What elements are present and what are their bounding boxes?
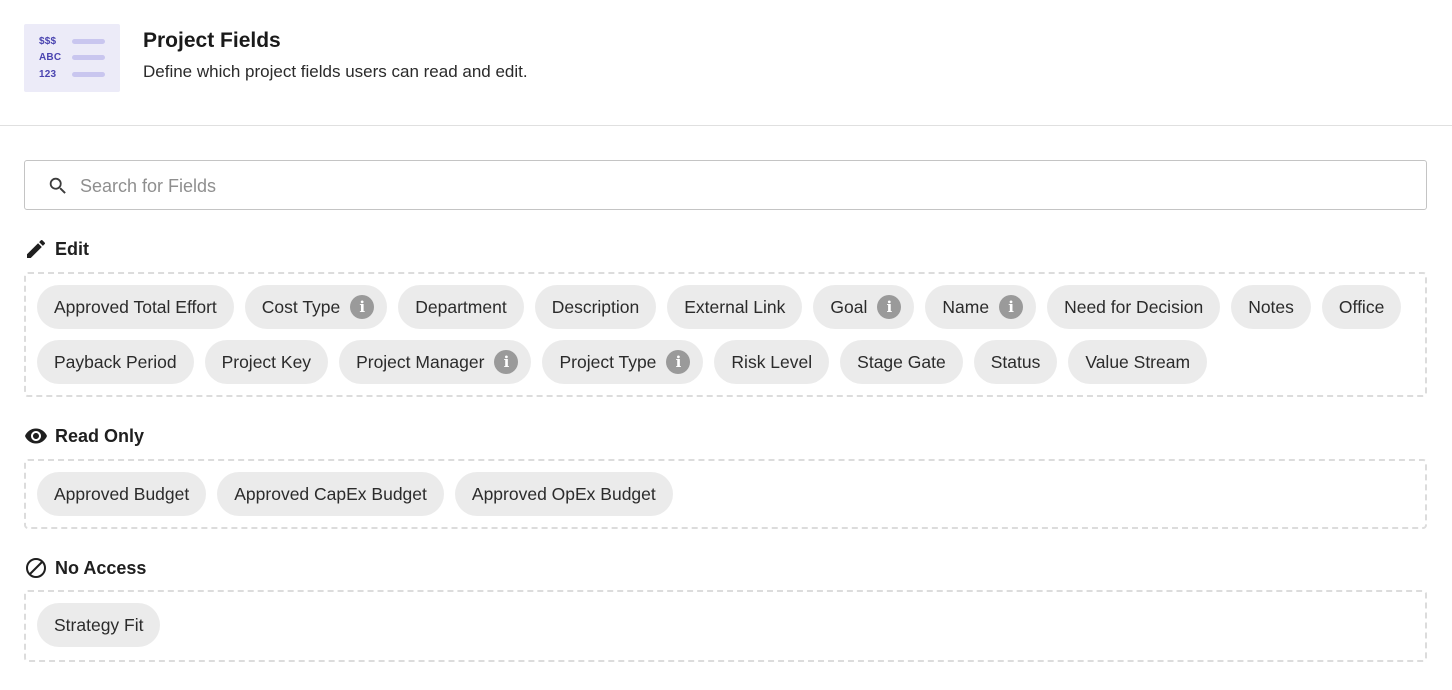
info-icon[interactable]: i: [350, 295, 375, 319]
edit-section-title: Edit: [55, 238, 89, 259]
field-chip[interactable]: Need for Decision: [1047, 285, 1221, 329]
icon-line-text: ABC: [39, 52, 62, 63]
field-chip[interactable]: Notes: [1231, 285, 1311, 329]
eye-icon: [25, 428, 47, 444]
field-chip-label: Project Type: [559, 351, 657, 372]
edit-dropzone[interactable]: Approved Total Effort Cost Type i Departmen…: [24, 272, 1427, 397]
field-chip-label: Payback Period: [54, 351, 177, 372]
field-chip[interactable]: Value Stream: [1068, 340, 1208, 384]
no-access-dropzone[interactable]: Strategy Fit: [24, 590, 1427, 662]
field-chip[interactable]: Risk Level: [714, 340, 830, 384]
info-icon[interactable]: i: [666, 350, 691, 374]
field-chip-label: Approved CapEx Budget: [234, 483, 427, 504]
page-subtitle: Define which project fields users can re…: [143, 62, 528, 81]
read-only-section-title: Read Only: [55, 425, 145, 446]
page-title: Project Fields: [143, 29, 281, 52]
field-chip[interactable]: Approved CapEx Budget: [217, 472, 444, 516]
pencil-icon: [27, 239, 46, 258]
search-input[interactable]: [80, 173, 1380, 199]
field-chip[interactable]: Approved Total Effort: [37, 285, 234, 329]
field-chip-label: Need for Decision: [1064, 296, 1204, 317]
read-only-dropzone[interactable]: Approved Budget Approved CapEx Budget Appr…: [24, 459, 1427, 529]
field-chip[interactable]: Cost Type i: [244, 285, 388, 329]
no-access-section-header: No Access: [24, 556, 146, 580]
field-chip-label: Office: [1338, 296, 1385, 317]
field-chip-label: Cost Type: [261, 296, 341, 317]
edit-section-header: Edit: [24, 237, 89, 261]
read-only-section-header: Read Only: [24, 424, 144, 448]
field-chip[interactable]: Project Key: [204, 340, 329, 384]
icon-line-number: 123: [39, 69, 57, 80]
field-chip-label: Goal: [830, 296, 868, 317]
field-chip-label: Project Manager: [356, 351, 485, 372]
field-chip[interactable]: Office: [1321, 285, 1402, 329]
field-chip-label: Approved OpEx Budget: [471, 483, 656, 504]
field-chip-label: Department: [415, 296, 507, 317]
icon-bar: [72, 72, 105, 77]
field-chip-label: Risk Level: [731, 351, 813, 372]
block-icon: [26, 558, 46, 578]
field-chip[interactable]: Name i: [925, 285, 1037, 329]
field-chip-label: Approved Budget: [54, 483, 190, 504]
icon-line-currency: $$$: [39, 36, 57, 47]
info-icon[interactable]: i: [877, 295, 902, 319]
field-chip[interactable]: Payback Period: [37, 340, 194, 384]
field-chip[interactable]: Department: [398, 285, 524, 329]
search-icon: [49, 177, 66, 194]
info-icon[interactable]: i: [999, 295, 1024, 319]
project-fields-icon: $$$ ABC 123: [24, 24, 120, 92]
field-chip[interactable]: Project Manager i: [339, 340, 532, 384]
field-chip-label: Notes: [1248, 296, 1294, 317]
field-chip-label: Status: [990, 351, 1041, 372]
icon-bar: [72, 55, 105, 60]
field-chip-label: Stage Gate: [857, 351, 946, 372]
field-chip[interactable]: Stage Gate: [840, 340, 963, 384]
search-box[interactable]: [24, 160, 1427, 210]
field-chip[interactable]: External Link: [667, 285, 803, 329]
field-chip[interactable]: Description: [534, 285, 657, 329]
field-chip[interactable]: Project Type i: [542, 340, 704, 384]
field-chip-label: Strategy Fit: [54, 614, 144, 635]
field-chip-label: Project Key: [221, 351, 312, 372]
field-chip[interactable]: Status: [973, 340, 1058, 384]
field-chip-label: Name: [942, 296, 990, 317]
field-chip[interactable]: Approved Budget: [37, 472, 207, 516]
field-chip[interactable]: Strategy Fit: [37, 603, 161, 647]
info-icon[interactable]: i: [494, 350, 519, 374]
field-chip-label: Description: [551, 296, 640, 317]
field-chip-label: Approved Total Effort: [54, 296, 217, 317]
field-chip[interactable]: Goal i: [813, 285, 915, 329]
field-chip-label: External Link: [684, 296, 786, 317]
field-chip[interactable]: Approved OpEx Budget: [454, 472, 673, 516]
no-access-field-list: Strategy Fit: [37, 603, 1407, 647]
icon-bar: [72, 39, 105, 44]
read-only-field-list: Approved Budget Approved CapEx Budget Appr…: [37, 472, 1407, 516]
field-chip-label: Value Stream: [1085, 351, 1191, 372]
no-access-section-title: No Access: [55, 557, 147, 578]
edit-field-list: Approved Total Effort Cost Type i Departmen…: [37, 285, 1407, 384]
page-header: $$$ ABC 123 Project Fields Define which …: [0, 0, 1452, 126]
